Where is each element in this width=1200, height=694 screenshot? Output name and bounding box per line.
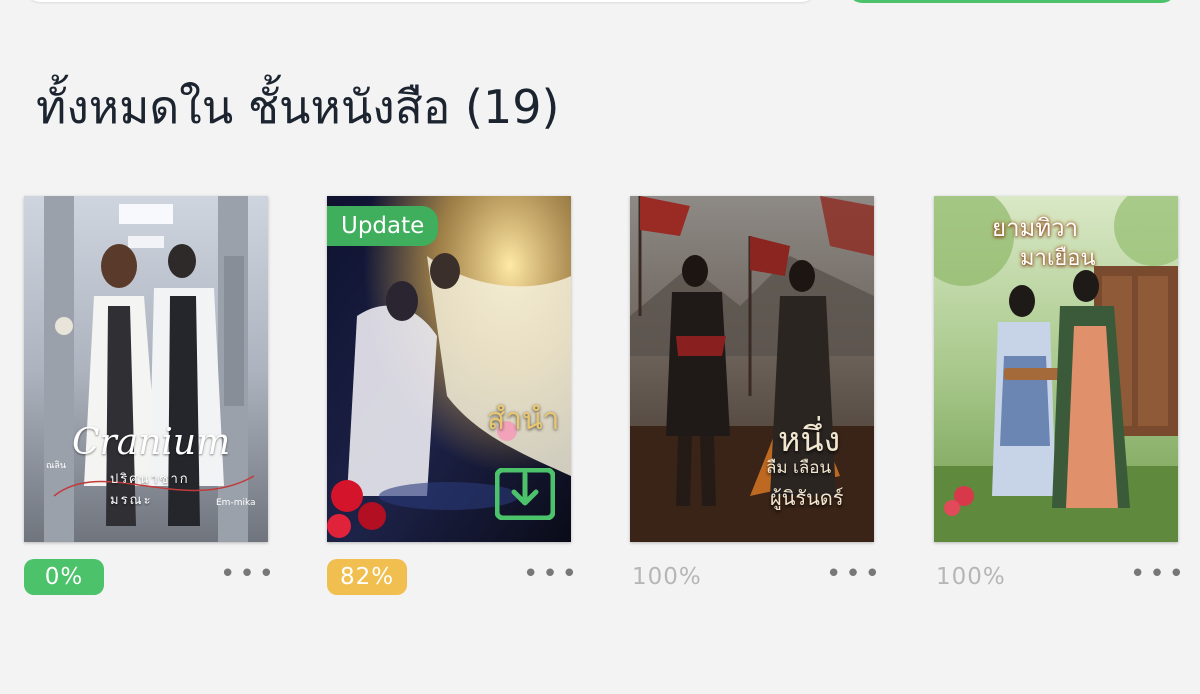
book-meta-4: 100% ••• [934, 559, 1184, 597]
book-card-3[interactable]: หนึ่ง ลืม เลือน ผู้นิรันดร์ 100% ••• [630, 196, 880, 590]
more-options-icon[interactable]: ••• [523, 559, 577, 595]
book-meta-2: 82% ••• [327, 559, 577, 597]
book-card-4[interactable]: ยามทิวา มาเยือน 100% ••• [934, 196, 1184, 590]
book-card-1[interactable]: Cranium ปริศนาซาก มรณะ ณลิน Em-mika 0% •… [24, 196, 274, 595]
book-cover-1[interactable]: Cranium ปริศนาซาก มรณะ ณลิน Em-mika [24, 196, 268, 542]
top-bar-remnants [0, 0, 1200, 6]
download-icon[interactable] [495, 468, 555, 520]
progress-text: 100% [632, 564, 702, 590]
cover-subtitle: ลืม เลือน [766, 458, 832, 478]
book-card-2[interactable]: สำนำ Update 82% ••• [327, 196, 577, 595]
section-title: ทั้งหมดใน ชั้นหนังสือ (19) [36, 80, 560, 134]
book-cover-3[interactable]: หนึ่ง ลืม เลือน ผู้นิรันดร์ [630, 196, 874, 542]
book-meta-3: 100% ••• [630, 559, 880, 597]
cover-title-2: ผู้นิรันดร์ [770, 486, 844, 510]
search-bar[interactable] [26, 0, 816, 2]
progress-badge: 0% [24, 559, 104, 595]
filter-button[interactable] [848, 0, 1176, 3]
book-cover-4[interactable]: ยามทิวา มาเยือน [934, 196, 1178, 542]
update-badge: Update [327, 206, 439, 246]
cover-subtitle: ปริศนาซาก มรณะ [110, 472, 190, 508]
book-cover-2[interactable]: สำนำ Update [327, 196, 571, 542]
more-options-icon[interactable]: ••• [826, 559, 880, 595]
cover-title-2: มาเยือน [1020, 246, 1096, 271]
progress-text: 100% [936, 564, 1006, 590]
cover-title: สำนำ [487, 402, 560, 437]
more-options-icon[interactable]: ••• [220, 559, 274, 595]
more-options-icon[interactable]: ••• [1130, 559, 1184, 595]
progress-badge: 82% [327, 559, 407, 595]
book-meta-1: 0% ••• [24, 559, 274, 597]
cover-author-right: Em-mika [216, 498, 256, 508]
cover-author-left: ณลิน [46, 461, 67, 471]
cover-title: Cranium [72, 422, 231, 463]
